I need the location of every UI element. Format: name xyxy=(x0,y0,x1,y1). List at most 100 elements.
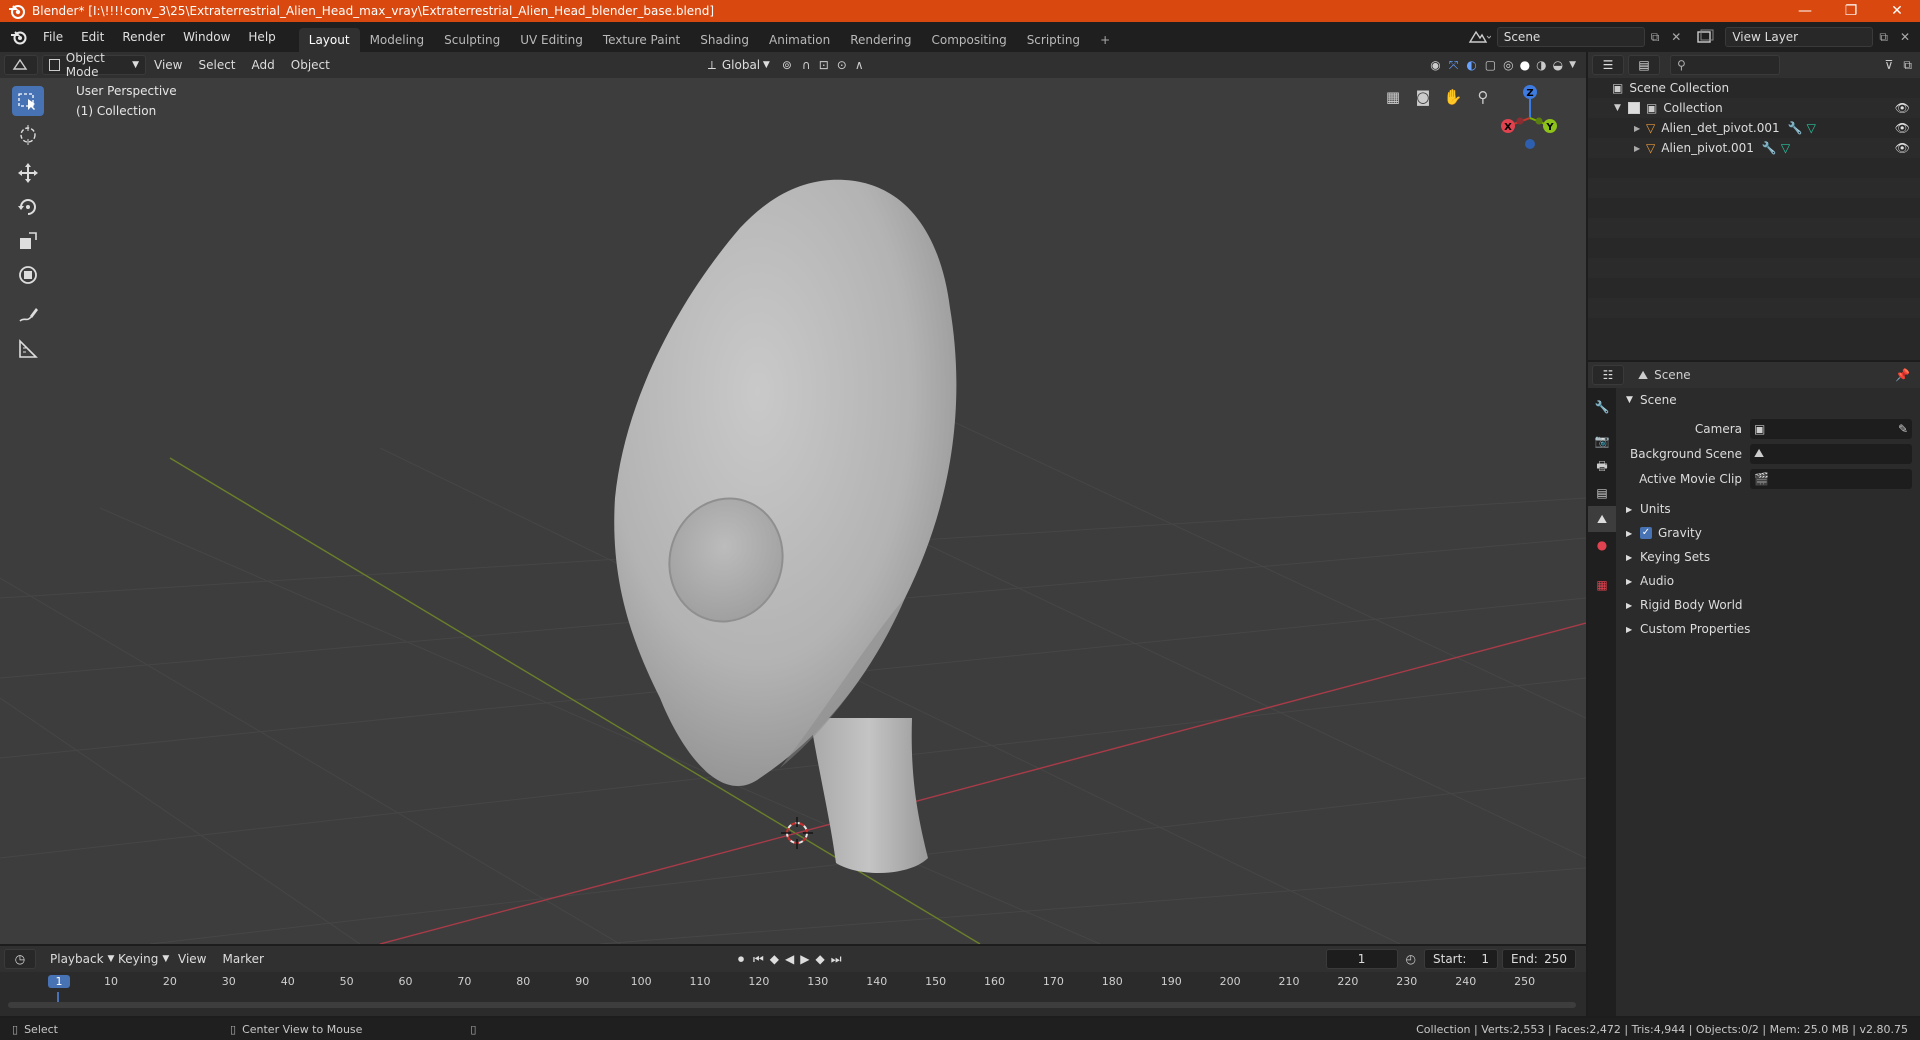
playback-menu[interactable]: Playback ▼ xyxy=(44,949,114,969)
annotate-tool[interactable] xyxy=(12,300,44,330)
end-frame-field[interactable]: End: 250 xyxy=(1502,949,1576,969)
scene-panel-header[interactable]: ▼ Scene xyxy=(1618,388,1920,412)
outliner-collection[interactable]: ▼ ▣ Collection 👁 xyxy=(1588,98,1920,118)
shading-options-icon[interactable]: ▼ xyxy=(1566,60,1586,70)
zoom-view-icon[interactable]: ⚲ xyxy=(1472,88,1494,110)
editor-type-selector[interactable] xyxy=(4,55,38,75)
tab-scene[interactable]: ⛰ xyxy=(1588,506,1616,532)
start-frame-field[interactable]: Start: 1 xyxy=(1424,949,1498,969)
blender-menu-icon[interactable] xyxy=(10,28,28,46)
rotate-tool[interactable] xyxy=(12,192,44,222)
gravity-panel-header[interactable]: ▶ ✓ Gravity xyxy=(1618,521,1920,545)
current-frame-marker[interactable]: 1 xyxy=(48,975,70,988)
tab-rendering[interactable]: Rendering xyxy=(840,28,921,52)
background-scene-field[interactable]: ⛰ xyxy=(1750,443,1912,464)
visibility-icon[interactable]: ◉ xyxy=(1426,58,1444,72)
play-icon[interactable]: ▶ xyxy=(797,952,812,966)
new-collection-icon[interactable]: ⧉ xyxy=(1899,58,1920,73)
gravity-checkbox[interactable]: ✓ xyxy=(1640,527,1652,539)
view-layer-icon[interactable] xyxy=(1695,28,1719,46)
minimize-button[interactable]: — xyxy=(1782,0,1828,22)
outliner-scene-collection[interactable]: ▣ Scene Collection xyxy=(1588,78,1920,98)
pan-view-icon[interactable]: ✋ xyxy=(1442,88,1464,110)
record-icon[interactable]: ⏺ xyxy=(732,952,750,967)
filter-icon[interactable]: ⊽ xyxy=(1879,58,1900,72)
view-layer-selector[interactable]: View Layer xyxy=(1725,27,1874,47)
proportional-edit-icon[interactable]: ⊙ xyxy=(833,58,851,72)
timeline-menu-view[interactable]: View xyxy=(170,952,214,966)
viewport-menu-object[interactable]: Object xyxy=(283,58,338,72)
expand-arrow-icon[interactable]: ▶ xyxy=(1634,124,1646,133)
eye-icon[interactable]: 👁 xyxy=(1895,141,1910,155)
expand-arrow-icon[interactable]: ▶ xyxy=(1634,144,1646,153)
units-panel-header[interactable]: ▶ Units xyxy=(1618,497,1920,521)
overlays-icon[interactable]: ◐ xyxy=(1462,58,1480,72)
tab-tool[interactable]: 🔧 xyxy=(1588,394,1616,420)
transform-orientation-selector[interactable]: ⟂ Global ▼ xyxy=(702,55,776,75)
timeline-scrollbar[interactable] xyxy=(8,1002,1576,1008)
menu-file[interactable]: File xyxy=(34,22,72,52)
collection-checkbox[interactable] xyxy=(1628,102,1640,114)
tab-animation[interactable]: Animation xyxy=(759,28,840,52)
gizmo-icon[interactable]: ⤧ xyxy=(1445,58,1463,73)
tab-sculpting[interactable]: Sculpting xyxy=(434,28,510,52)
outliner-search-input[interactable]: ⚲ xyxy=(1670,55,1780,75)
prev-keyframe-icon[interactable]: ◆ xyxy=(767,952,782,966)
menu-render[interactable]: Render xyxy=(113,22,174,52)
3d-viewport[interactable]: User Perspective (1) Collection ▦ ◙ ✋ ⚲ … xyxy=(0,78,1586,944)
outliner-object-row[interactable]: ▶ ▽ Alien_pivot.001 🔧 ▽ 👁 xyxy=(1588,138,1920,158)
audio-panel-header[interactable]: ▶ Audio xyxy=(1618,569,1920,593)
tab-modeling[interactable]: Modeling xyxy=(360,28,435,52)
camera-field[interactable]: ▣ ✎ xyxy=(1750,418,1912,439)
tab-compositing[interactable]: Compositing xyxy=(921,28,1016,52)
falloff-icon[interactable]: ∧ xyxy=(851,58,868,72)
camera-view-icon[interactable]: ◙ xyxy=(1412,88,1434,110)
rigid-body-world-panel-header[interactable]: ▶ Rigid Body World xyxy=(1618,593,1920,617)
keying-sets-panel-header[interactable]: ▶ Keying Sets xyxy=(1618,545,1920,569)
tab-render[interactable]: 📷 xyxy=(1588,428,1616,454)
properties-editor-type[interactable]: ☷ xyxy=(1592,365,1624,385)
keying-menu[interactable]: Keying ▼ xyxy=(112,949,170,969)
viewport-menu-add[interactable]: Add xyxy=(244,58,283,72)
viewport-menu-view[interactable]: View xyxy=(146,58,190,72)
menu-window[interactable]: Window xyxy=(174,22,239,52)
cursor-tool[interactable] xyxy=(12,120,44,150)
tab-shading[interactable]: Shading xyxy=(690,28,759,52)
next-keyframe-icon[interactable]: ◆ xyxy=(813,952,828,966)
timeline-area[interactable]: 1 10 20 30 40 50 60 70 80 90 100 110 120 130 140 150 160… xyxy=(0,972,1586,1016)
current-frame-field[interactable]: 1 xyxy=(1325,949,1398,969)
material-shading-icon[interactable]: ◑ xyxy=(1533,58,1549,72)
new-view-layer-icon[interactable]: ⧉ xyxy=(1873,30,1894,45)
scene-selector[interactable]: Scene xyxy=(1496,27,1645,47)
tab-uv-editing[interactable]: UV Editing xyxy=(510,28,593,52)
tab-texture-paint[interactable]: Texture Paint xyxy=(593,28,690,52)
snap-target-icon[interactable]: ⊡ xyxy=(815,58,833,72)
delete-scene-icon[interactable]: ✕ xyxy=(1665,30,1687,44)
timeline-menu-marker[interactable]: Marker xyxy=(214,952,271,966)
pivot-point-icon[interactable]: ⊚ xyxy=(776,58,798,72)
menu-edit[interactable]: Edit xyxy=(72,22,113,52)
jump-start-icon[interactable]: ⏮ xyxy=(750,952,767,967)
measure-tool[interactable] xyxy=(12,334,44,364)
navigation-gizmo[interactable]: Z X Y xyxy=(1494,78,1564,158)
snap-icon[interactable]: ∩ xyxy=(798,58,815,72)
active-movie-clip-field[interactable]: 🎬 xyxy=(1750,468,1912,489)
maximize-button[interactable]: ❐ xyxy=(1828,0,1874,22)
wireframe-shading-icon[interactable]: ◎ xyxy=(1500,58,1516,72)
delete-view-layer-icon[interactable]: ✕ xyxy=(1894,30,1920,44)
outliner-editor-type[interactable]: ☰ xyxy=(1592,55,1624,75)
tab-texture[interactable]: ▦ xyxy=(1588,572,1616,598)
tab-layout[interactable]: Layout xyxy=(298,28,360,52)
toggle-grid-view-icon[interactable]: ▦ xyxy=(1382,88,1404,110)
viewport-menu-select[interactable]: Select xyxy=(190,58,243,72)
eye-icon[interactable]: 👁 xyxy=(1895,121,1910,135)
scale-tool[interactable] xyxy=(12,226,44,256)
new-scene-icon[interactable]: ⧉ xyxy=(1645,30,1666,45)
transform-tool[interactable] xyxy=(12,260,44,290)
add-workspace-button[interactable]: + xyxy=(1090,28,1120,52)
mode-selector[interactable]: Object Mode ▼ xyxy=(42,51,146,79)
tab-world[interactable]: ● xyxy=(1588,532,1616,558)
scene-icon[interactable] xyxy=(1467,28,1491,46)
outliner-object-row[interactable]: ▶ ▽ Alien_det_pivot.001 🔧 ▽ 👁 xyxy=(1588,118,1920,138)
tab-scripting[interactable]: Scripting xyxy=(1017,28,1090,52)
